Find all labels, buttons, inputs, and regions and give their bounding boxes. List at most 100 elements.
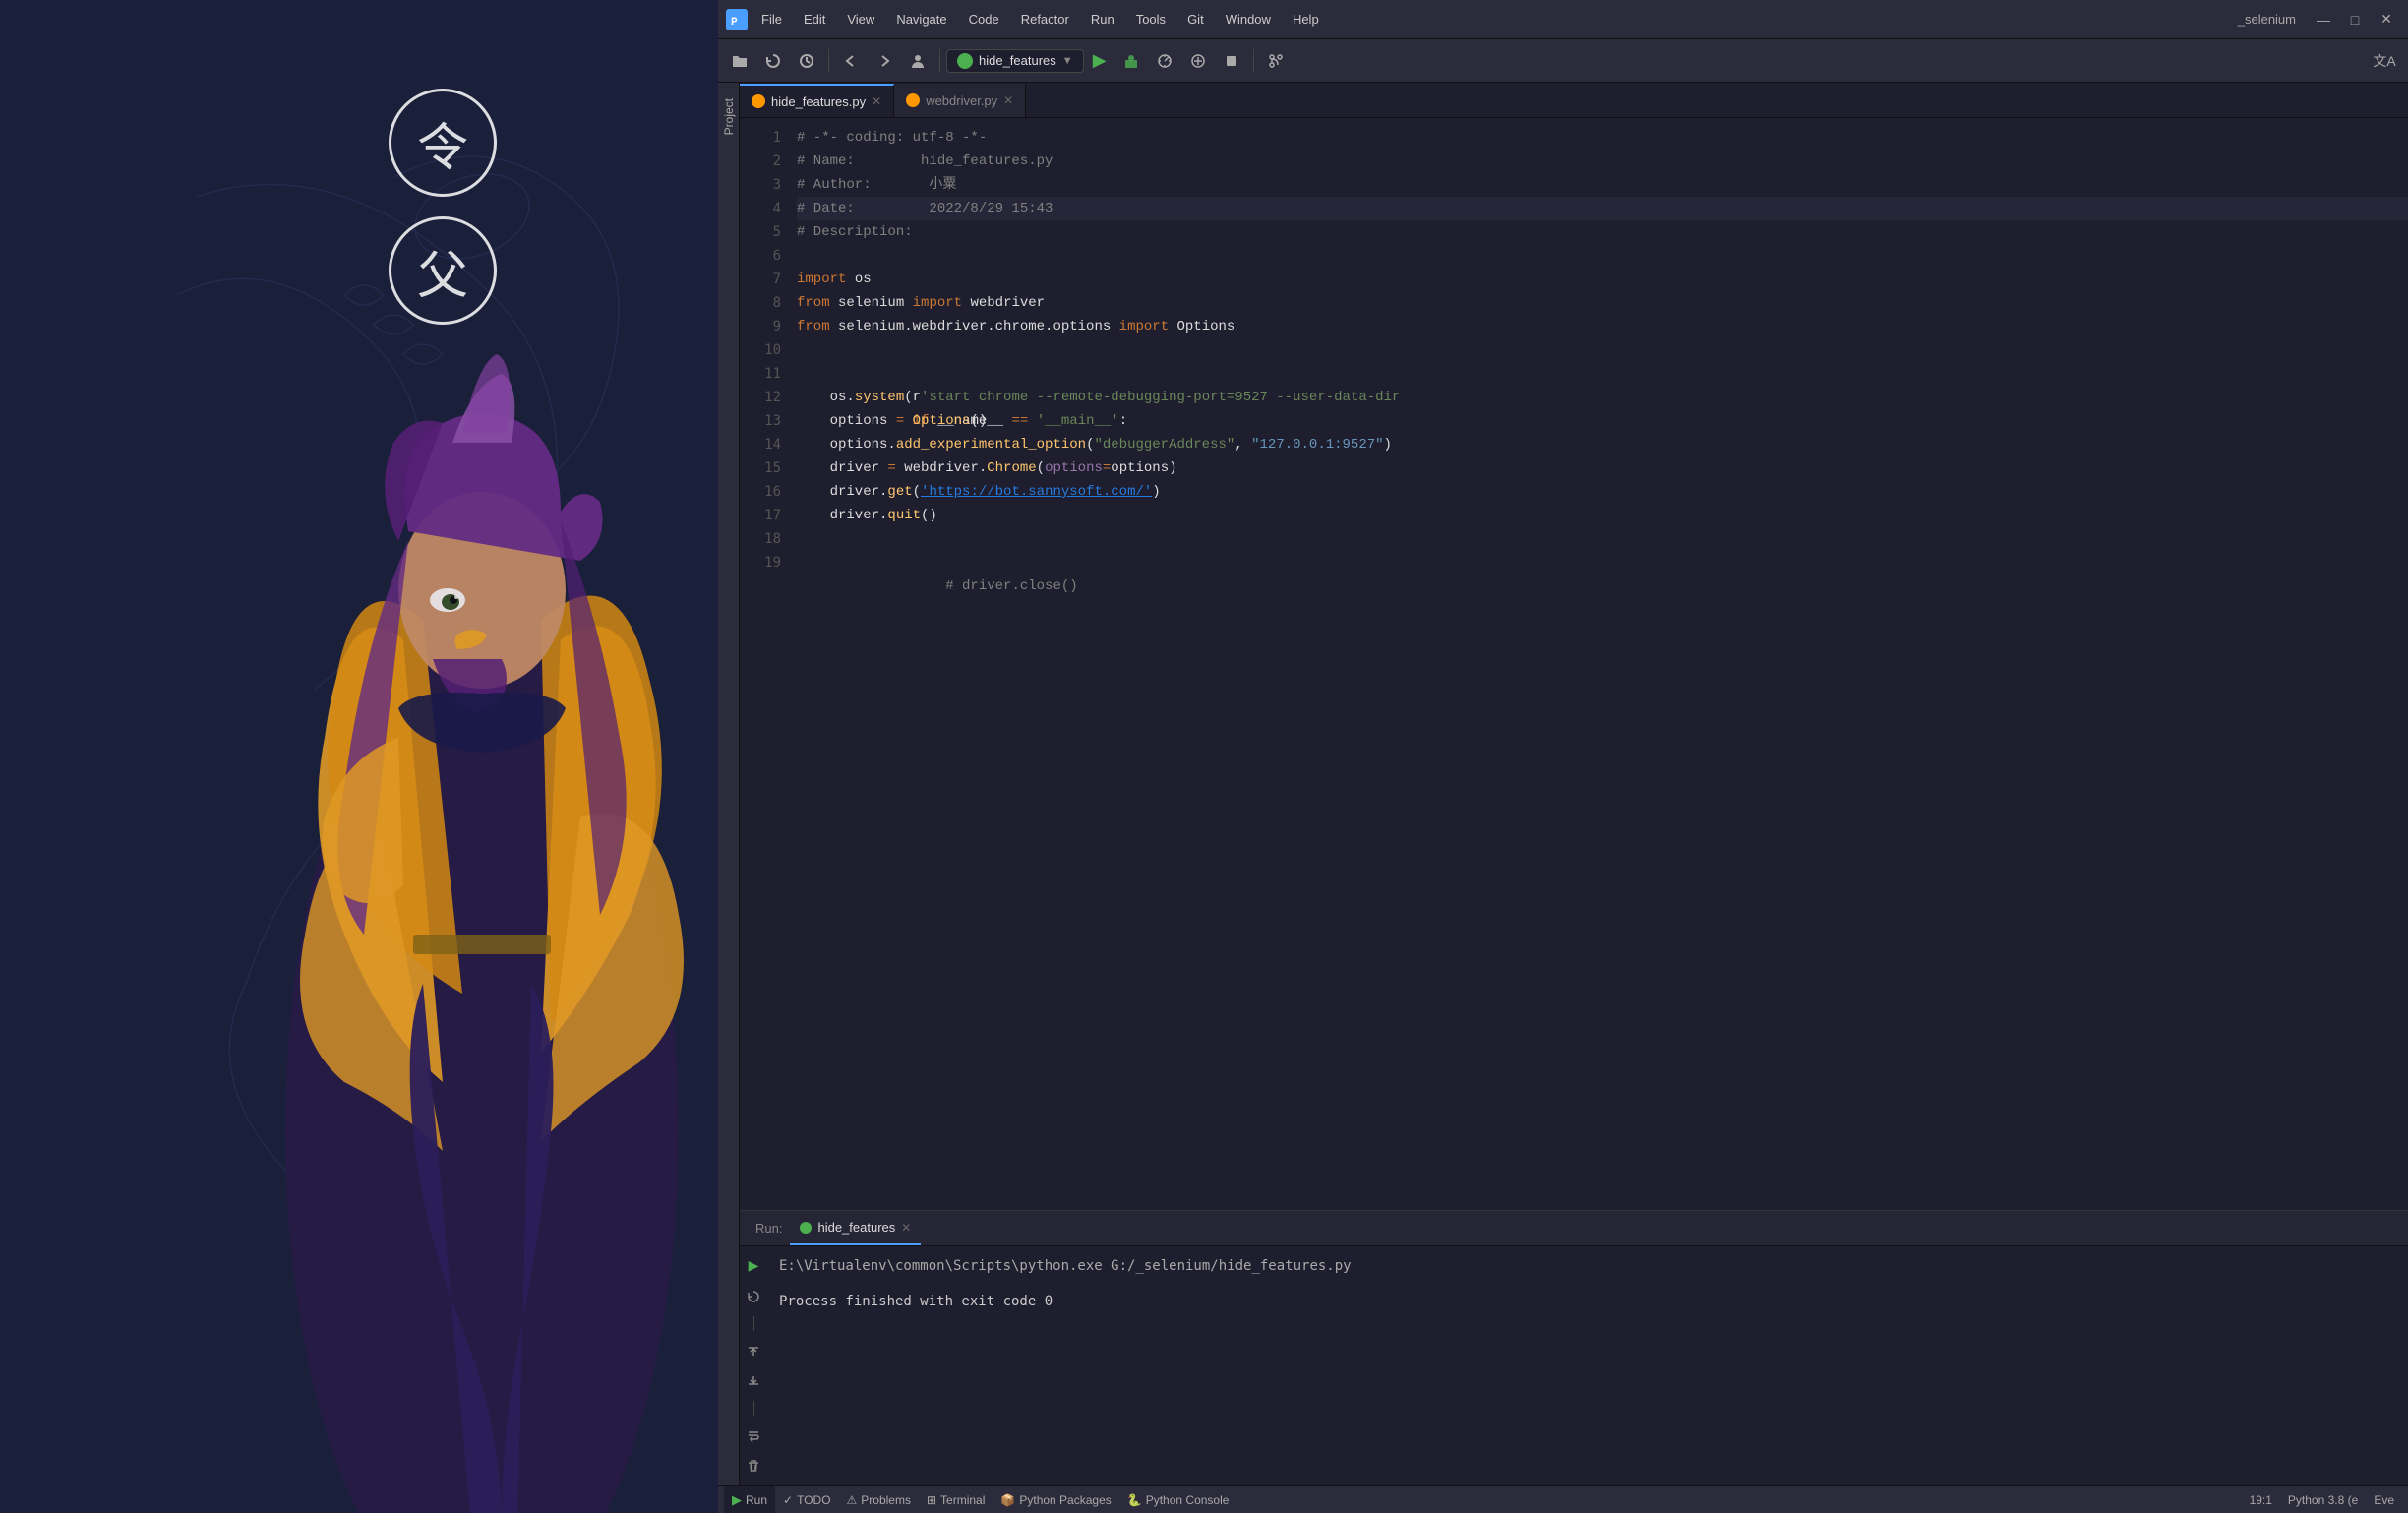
menu-file[interactable]: File	[753, 10, 790, 29]
titlebar: P File Edit View Navigate Code Refactor …	[718, 0, 2408, 39]
statusbar-python-console[interactable]: 🐍 Python Console	[1119, 1486, 1237, 1513]
statusbar-problems[interactable]: ⚠ Problems	[839, 1486, 919, 1513]
project-tab-label[interactable]: Project	[720, 91, 738, 143]
svg-text:P: P	[731, 17, 738, 28]
kanji-circle-2: 父	[389, 216, 497, 325]
tab-webdriver[interactable]: webdriver.py ✕	[894, 84, 1026, 117]
menu-navigate[interactable]: Navigate	[888, 10, 954, 29]
code-line-4: # Date: 2022/8/29 15:43	[797, 197, 2408, 220]
run-scroll-bottom-btn[interactable]	[740, 1367, 767, 1394]
statusbar-position[interactable]: 19:1	[2242, 1493, 2280, 1507]
run-tab-active[interactable]: hide_features ✕	[790, 1211, 921, 1245]
toolbar-sep-3	[1253, 49, 1254, 73]
code-line-2: # Name: hide_features.py	[797, 150, 2408, 173]
line-numbers: 1 2 3 4 5 6 7 8 9 10 11 12 13 14	[740, 118, 789, 1210]
project-side-tab: Project	[718, 83, 740, 1485]
statusbar-terminal-icon: ⊞	[927, 1493, 936, 1507]
tab-webdriver-label: webdriver.py	[926, 93, 997, 108]
menu-help[interactable]: Help	[1285, 10, 1327, 29]
statusbar-todo[interactable]: ✓ TODO	[775, 1486, 839, 1513]
run-play-btn[interactable]: ▶	[740, 1252, 767, 1279]
ide-panel: P File Edit View Navigate Code Refactor …	[718, 0, 2408, 1513]
toolbar-sync-btn[interactable]	[791, 45, 822, 77]
run-rerun-btn[interactable]	[740, 1283, 767, 1309]
code-line-12: os.system(r'start chrome --remote-debugg…	[797, 386, 2408, 409]
run-spacer	[779, 1278, 2396, 1290]
tab-bar: hide_features.py ✕ webdriver.py ✕	[740, 83, 2408, 118]
menu-tools[interactable]: Tools	[1128, 10, 1174, 29]
main-content: Project hide_features.py ✕ webdriver.py …	[718, 83, 2408, 1485]
statusbar-terminal[interactable]: ⊞ Terminal	[919, 1486, 993, 1513]
profile-btn[interactable]	[1182, 45, 1214, 77]
tab-hide-features[interactable]: hide_features.py ✕	[740, 84, 894, 117]
run-tab-bar: Run: hide_features ✕	[740, 1211, 2408, 1246]
code-line-8: from selenium import webdriver	[797, 291, 2408, 315]
tab-hide-features-icon	[752, 94, 765, 108]
maximize-button[interactable]: □	[2341, 9, 2369, 30]
statusbar-right: 19:1 Python 3.8 (e Eve	[2242, 1493, 2402, 1507]
run-trash-btn[interactable]	[740, 1453, 767, 1480]
code-line-7: import os	[797, 268, 2408, 291]
run-separator-2	[753, 1401, 754, 1417]
statusbar-python-console-icon: 🐍	[1127, 1493, 1142, 1507]
minimize-button[interactable]: —	[2310, 9, 2337, 30]
statusbar-python-console-label: Python Console	[1146, 1493, 1230, 1507]
toolbar-back-btn[interactable]	[835, 45, 867, 77]
code-line-19	[797, 551, 2408, 575]
kanji-char-1: 令	[417, 106, 468, 180]
menu-run[interactable]: Run	[1083, 10, 1122, 29]
menu-window[interactable]: Window	[1218, 10, 1279, 29]
statusbar-problems-label: Problems	[861, 1493, 911, 1507]
code-line-6	[797, 244, 2408, 268]
stop-btn[interactable]	[1216, 45, 1247, 77]
run-scroll-top-btn[interactable]	[740, 1337, 767, 1363]
menu-git[interactable]: Git	[1179, 10, 1212, 29]
translate-btn[interactable]: 文A	[2367, 45, 2402, 77]
kanji-circle-1: 令	[389, 89, 497, 197]
toolbar-right: 文A	[2367, 45, 2402, 77]
code-line-1: # -*- coding: utf-8 -*-	[797, 126, 2408, 150]
toolbar-sep-2	[939, 49, 940, 73]
vcs-btn[interactable]	[1260, 45, 1292, 77]
debug-btn[interactable]	[1115, 45, 1147, 77]
tab-hide-features-label: hide_features.py	[771, 94, 866, 109]
menu-refactor[interactable]: Refactor	[1013, 10, 1077, 29]
run-config-dropdown[interactable]: hide_features ▼	[946, 49, 1084, 73]
code-editor[interactable]: 1 2 3 4 5 6 7 8 9 10 11 12 13 14	[740, 118, 2408, 1210]
close-button[interactable]: ✕	[2373, 9, 2400, 30]
tab-webdriver-close[interactable]: ✕	[1003, 93, 1013, 107]
code-line-15: driver = webdriver.Chrome(options=option…	[797, 456, 2408, 480]
statusbar-run[interactable]: ▶ Run	[724, 1486, 775, 1513]
code-line-18: ● # driver.close()	[797, 527, 2408, 551]
run-output: E:\Virtualenv\common\Scripts\python.exe …	[767, 1246, 2408, 1485]
kanji-char-2: 父	[417, 234, 468, 308]
statusbar: ▶ Run ✓ TODO ⚠ Problems ⊞ Terminal 📦 Pyt…	[718, 1485, 2408, 1513]
coverage-btn[interactable]	[1149, 45, 1180, 77]
run-wrap-btn[interactable]	[740, 1422, 767, 1448]
toolbar-forward-btn[interactable]	[869, 45, 900, 77]
code-line-5: # Description:	[797, 220, 2408, 244]
toolbar-sep-1	[828, 49, 829, 73]
toolbar-refresh-btn[interactable]	[757, 45, 789, 77]
statusbar-event-log[interactable]: Eve	[2366, 1493, 2402, 1507]
tab-hide-features-close[interactable]: ✕	[872, 94, 881, 108]
run-button[interactable]: ▶	[1086, 47, 1114, 75]
run-tab-close[interactable]: ✕	[901, 1221, 911, 1235]
statusbar-problems-icon: ⚠	[847, 1493, 858, 1507]
statusbar-python-version[interactable]: Python 3.8 (e	[2280, 1493, 2366, 1507]
menu-edit[interactable]: Edit	[796, 10, 833, 29]
statusbar-run-icon: ▶	[732, 1492, 742, 1508]
code-line-10	[797, 338, 2408, 362]
toolbar-folder-btn[interactable]	[724, 45, 755, 77]
menu-view[interactable]: View	[839, 10, 882, 29]
wallpaper-panel: 令 父	[0, 0, 718, 1513]
window-controls: — □ ✕	[2310, 9, 2400, 30]
statusbar-event-log-label: Eve	[2374, 1493, 2394, 1507]
code-line-16: driver.get('https://bot.sannysoft.com/')	[797, 480, 2408, 504]
menu-code[interactable]: Code	[961, 10, 1007, 29]
run-config-arrow: ▼	[1062, 55, 1073, 67]
toolbar-user-btn[interactable]	[902, 45, 933, 77]
code-content: 1 2 3 4 5 6 7 8 9 10 11 12 13 14	[740, 118, 2408, 1210]
code-line-14: options.add_experimental_option("debugge…	[797, 433, 2408, 456]
statusbar-python-packages[interactable]: 📦 Python Packages	[993, 1486, 1118, 1513]
